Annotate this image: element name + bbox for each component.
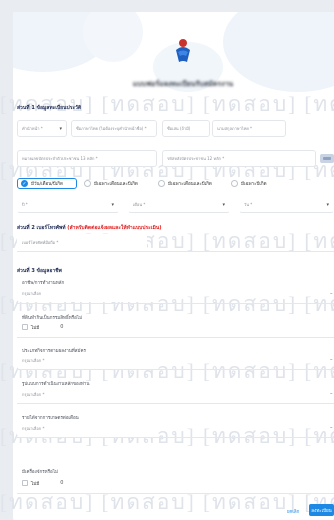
birth-day-select[interactable]: วัน * ▾ bbox=[239, 196, 334, 213]
occupation-select[interactable]: กรุณาเลือก bbox=[17, 285, 157, 302]
first-name-input[interactable]: ชื่อภาษาไทย (ไม่ต้องระบุคำนำหน้าชื่อ) * bbox=[71, 120, 157, 137]
id-card-input[interactable]: หมายเลขบัตรประจำตัวประชาชน 13 หลัก * bbox=[17, 150, 157, 167]
birth-option-month-year-2[interactable]: มีเฉพาะเดือนและปีเกิด bbox=[158, 178, 212, 189]
prefix-select[interactable]: คำนำหน้า * ▾ bbox=[17, 120, 67, 137]
phone-underline bbox=[17, 251, 334, 252]
land-count: 0 bbox=[60, 324, 64, 330]
income-select[interactable]: กรุณาเลือก * bbox=[17, 420, 157, 437]
machinery-label: มีเครื่องจักรหรือไม่ bbox=[22, 470, 58, 475]
business-type-select[interactable]: กรุณาเลือก * bbox=[17, 352, 157, 369]
radio-icon bbox=[231, 180, 238, 187]
birth-year-select[interactable]: ปี * ▾ bbox=[17, 196, 119, 213]
chevron-down-icon: ▾ bbox=[59, 126, 62, 132]
submit-button[interactable]: ลงทะเบียน bbox=[309, 504, 334, 516]
land-label: ที่ดินทำกินเป็นกรรมสิทธิ์หรือไม่ bbox=[22, 316, 83, 321]
id-card-example-button[interactable] bbox=[320, 154, 334, 163]
radio-icon bbox=[158, 180, 165, 187]
check-icon: ✓ bbox=[21, 180, 28, 187]
machinery-option[interactable]: ไม่มี 0 bbox=[22, 477, 63, 489]
divider bbox=[17, 369, 334, 370]
card-icon bbox=[323, 157, 331, 160]
radio-icon bbox=[84, 180, 91, 187]
dropdown-icon: – bbox=[330, 357, 333, 363]
product-select[interactable]: กรุณาเลือก * bbox=[17, 386, 157, 403]
chevron-down-icon: ▾ bbox=[326, 202, 329, 208]
machinery-count: 0 bbox=[60, 480, 64, 486]
divider bbox=[17, 337, 334, 338]
section-3-title: ส่วนที่ 3 ข้อมูลอาชีพ bbox=[17, 268, 62, 274]
birth-option-year-only[interactable]: มีเฉพาะปีเกิด bbox=[231, 178, 267, 189]
divider bbox=[17, 403, 334, 404]
laser-code-input[interactable]: รหัสหลังบัตรประชาชน 12 หลัก * bbox=[162, 150, 316, 167]
divider bbox=[17, 437, 334, 438]
birth-month-select[interactable]: เดือน * ▾ bbox=[128, 196, 230, 213]
land-option[interactable]: ไม่มี 0 bbox=[22, 321, 63, 333]
divider bbox=[17, 303, 334, 304]
birth-option-month-year[interactable]: มีเฉพาะเดือนและปีเกิด bbox=[84, 178, 138, 189]
divider bbox=[17, 493, 334, 494]
phone-input[interactable]: เบอร์โทรศัพท์มือถือ * bbox=[17, 234, 147, 251]
chevron-down-icon: ▾ bbox=[222, 202, 225, 208]
dropdown-icon: – bbox=[330, 391, 333, 397]
dropdown-icon: – bbox=[330, 291, 333, 297]
section-2-title: ส่วนที่ 2 เบอร์โทรศัพท์ (สำหรับติดต่อแจ้… bbox=[17, 225, 162, 231]
section-1-title: ส่วนที่ 1 ข้อมูลทะเบียนประวัติ bbox=[17, 105, 82, 111]
last-name-input[interactable]: นามสกุลภาษาไทย * bbox=[212, 120, 286, 137]
nickname-input[interactable]: ชื่อเล่น (ถ้ามี) bbox=[162, 120, 210, 137]
checkbox-icon bbox=[22, 480, 28, 486]
chevron-down-icon: ▾ bbox=[111, 202, 114, 208]
checkbox-icon bbox=[22, 324, 28, 330]
birth-option-full[interactable]: ✓ มีวัน/เดือน/ปีเกิด bbox=[17, 178, 77, 189]
cancel-button[interactable]: ยกเลิก bbox=[287, 508, 299, 515]
dropdown-icon: – bbox=[330, 425, 333, 431]
section-2-note: (สำหรับติดต่อแจ้งผลและให้ทำแบบประเมิน) bbox=[67, 225, 162, 231]
